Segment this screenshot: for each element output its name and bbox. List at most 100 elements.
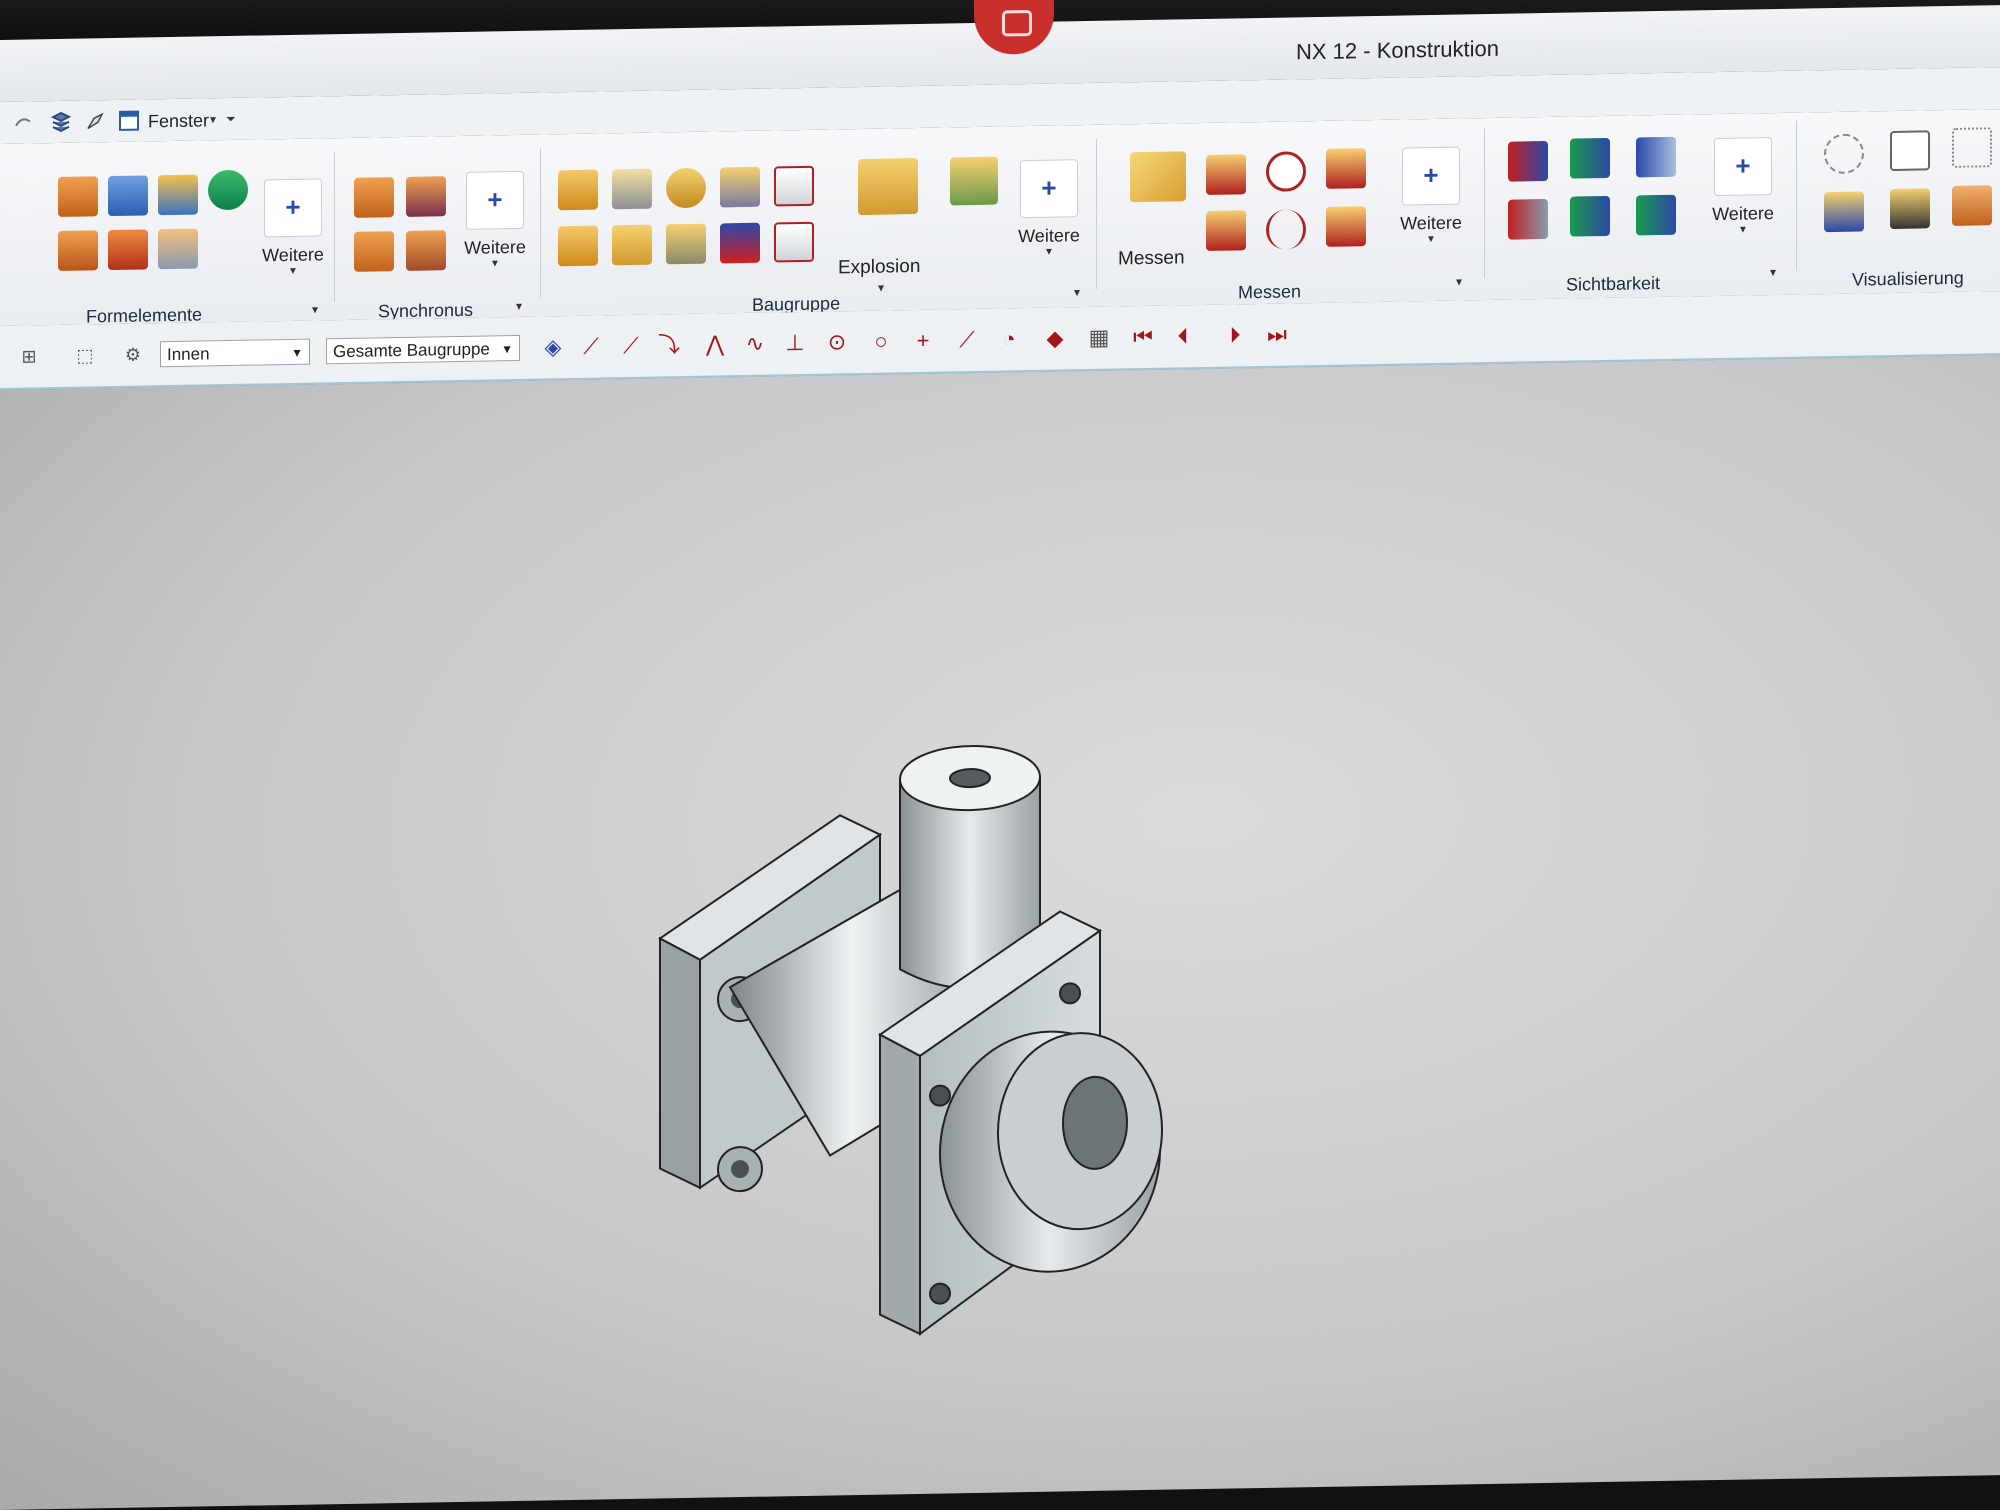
snap-tangent-icon[interactable]: ⊥	[780, 328, 810, 359]
group-divider	[334, 152, 335, 303]
snap-options-icon[interactable]: ◈	[538, 332, 568, 363]
group-divider	[540, 148, 541, 299]
snap-bounded-grid-icon[interactable]: ◆	[1040, 323, 1070, 354]
scope-select[interactable]: Gesamte Baugruppe ▼	[326, 334, 520, 365]
show-icon[interactable]	[1508, 140, 1548, 182]
snap-endpoint-icon[interactable]: ⟋	[576, 331, 606, 362]
snap-midpoint-icon[interactable]: ⟋	[616, 331, 646, 362]
group-launcher-formelemente[interactable]: ▾	[312, 302, 318, 316]
snap-intersection-icon[interactable]: ⋀	[700, 329, 730, 360]
move-component-icon[interactable]	[720, 166, 760, 208]
group-launcher-baugruppe[interactable]: ▾	[1074, 285, 1080, 299]
protractor-icon[interactable]	[1206, 210, 1246, 251]
plus-icon: +	[1020, 159, 1078, 219]
snap-curve-icon[interactable]: ∿	[740, 329, 770, 360]
measure-distance-icon[interactable]	[1206, 154, 1246, 195]
measure-body-icon[interactable]	[1326, 206, 1366, 247]
block-icon[interactable]	[158, 174, 198, 216]
measure-diameter-icon[interactable]	[1266, 151, 1306, 192]
weitere-button-baugruppe[interactable]: + Weitere ▼	[1014, 159, 1084, 258]
fit-view-icon[interactable]	[1890, 130, 1930, 172]
graphics-viewport[interactable]	[0, 355, 2000, 1510]
snap-point-on-curve-icon[interactable]: ⟋	[952, 325, 982, 356]
customize-qat-icon[interactable]: ⏷	[226, 112, 236, 127]
revolve-icon[interactable]	[58, 230, 98, 271]
ruler-icon[interactable]	[1130, 151, 1186, 203]
chevron-down-icon: ▼	[1044, 246, 1054, 258]
explosion-button[interactable]: Explosion	[838, 256, 920, 279]
snap-control-point-icon[interactable]: ⤵	[654, 330, 684, 361]
fenster-dropdown-icon[interactable]: ▾	[210, 112, 216, 126]
window-title: NX 12 - Konstruktion	[1296, 35, 1499, 65]
hole-icon[interactable]	[108, 175, 148, 217]
measure-button[interactable]: Messen	[1118, 247, 1185, 270]
explosion-icon[interactable]	[858, 157, 918, 216]
offset-region-icon[interactable]	[354, 231, 394, 272]
hide-icon[interactable]	[1508, 198, 1548, 240]
chevron-down-icon: ▼	[288, 265, 298, 277]
add-component-icon[interactable]	[558, 169, 598, 211]
snap-point-on-face-icon[interactable]: ◔	[994, 324, 1024, 355]
plus-icon: +	[264, 178, 322, 238]
camera-icon	[1002, 9, 1032, 37]
replace-component-icon[interactable]	[774, 165, 814, 207]
material-icon[interactable]	[1952, 185, 1992, 226]
background-icon[interactable]	[1890, 188, 1930, 230]
chevron-down-icon: ▼	[1738, 224, 1748, 236]
bounding-box-icon[interactable]	[774, 221, 814, 263]
group-launcher-synchronus[interactable]: ▾	[516, 299, 522, 313]
orient-view-icon[interactable]	[1824, 133, 1864, 175]
delete-face-icon[interactable]	[406, 176, 446, 217]
snap-quadrant-icon[interactable]: ○	[866, 326, 896, 357]
chevron-down-icon: ▼	[490, 258, 500, 270]
invert-visibility-icon[interactable]	[1570, 195, 1610, 237]
assembly-navigator-icon[interactable]	[950, 156, 998, 206]
rotate-view-icon[interactable]	[1952, 127, 1992, 168]
plus-icon: +	[1402, 146, 1460, 206]
snap-grid-icon[interactable]: ▦	[1084, 323, 1114, 354]
extrude-icon[interactable]	[58, 176, 98, 217]
render-style-icon[interactable]	[1824, 191, 1864, 233]
show-hide-icon[interactable]	[1570, 137, 1610, 179]
snap-arc-center-icon[interactable]: ⊙	[822, 327, 852, 358]
previous-step-icon[interactable]: ⏴	[1168, 321, 1198, 352]
weitere-button-messen[interactable]: + Weitere ▼	[1396, 146, 1466, 245]
pattern-icon[interactable]	[108, 229, 148, 271]
group-launcher-sichtbarkeit[interactable]: ▾	[1770, 265, 1776, 279]
window-icon[interactable]	[118, 110, 140, 132]
snap-existing-point-icon[interactable]: +	[908, 326, 938, 357]
group-launcher-messen[interactable]: ▾	[1456, 274, 1462, 288]
select-filter-icon[interactable]: ⊞	[14, 341, 44, 372]
add-existing-icon[interactable]	[558, 225, 598, 267]
rectangle-select-icon[interactable]: ⬚	[70, 340, 100, 371]
clip-section-icon[interactable]	[1636, 194, 1676, 236]
first-step-icon[interactable]: ⏮	[1128, 322, 1158, 353]
constraint-icon[interactable]	[666, 167, 706, 209]
last-step-icon[interactable]: ⏭	[1262, 319, 1292, 350]
section-view-icon[interactable]	[1636, 136, 1676, 178]
move-face-icon[interactable]	[354, 177, 394, 218]
chevron-down-icon: ▼	[291, 345, 303, 360]
mirror-assembly-icon[interactable]	[720, 222, 760, 264]
select-from-list-icon[interactable]: ⚙	[118, 339, 148, 370]
next-step-icon[interactable]: ⏵	[1220, 320, 1250, 351]
weitere-button-sichtbarkeit[interactable]: + Weitere ▼	[1708, 137, 1778, 236]
valve-body-model[interactable]	[640, 728, 1240, 1418]
pattern-face-icon[interactable]	[406, 230, 446, 271]
brush-icon[interactable]	[84, 110, 106, 132]
stack-icon[interactable]	[50, 111, 72, 133]
shell-icon[interactable]	[158, 228, 198, 270]
weitere-button-formelemente[interactable]: + Weitere ▼	[258, 178, 328, 277]
measure-angle-icon[interactable]	[1326, 148, 1366, 189]
weitere-button-synchronus[interactable]: + Weitere ▼	[460, 170, 530, 270]
drag-icon[interactable]	[666, 223, 706, 265]
type-filter-select[interactable]: Innen ▼	[160, 338, 310, 368]
measure-radius-icon[interactable]	[1266, 209, 1306, 250]
new-component-icon[interactable]	[612, 168, 652, 210]
explosion-dropdown-icon[interactable]: ▾	[878, 281, 884, 295]
screen-record-button[interactable]	[974, 0, 1054, 55]
sphere-add-icon[interactable]	[208, 169, 248, 211]
redo-icon[interactable]	[12, 111, 34, 133]
fenster-menu[interactable]: Fenster	[148, 110, 209, 132]
array-component-icon[interactable]	[612, 224, 652, 266]
